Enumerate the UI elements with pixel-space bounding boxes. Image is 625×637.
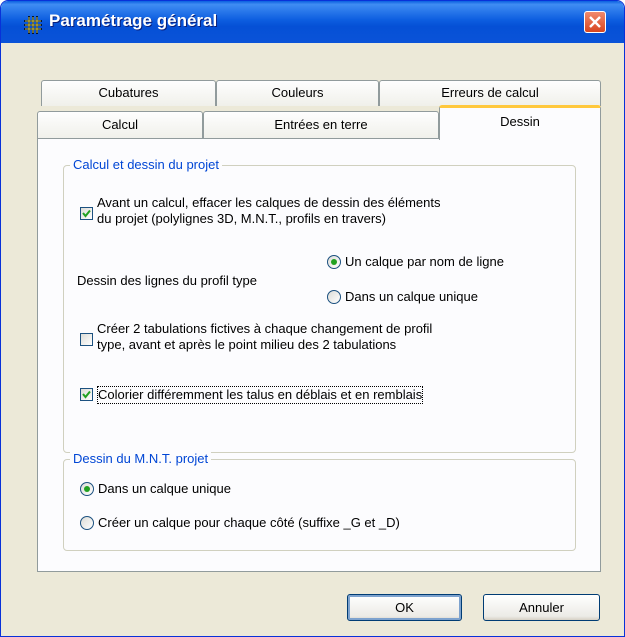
radio-mnt-chaque-cote[interactable] <box>80 516 94 530</box>
dessin-lignes-label: Dessin des lignes du profil type <box>77 273 257 288</box>
title-bar[interactable]: Paramétrage général <box>1 1 624 43</box>
group-legend: Dessin du M.N.T. projet <box>70 451 212 466</box>
tab-entrees-en-terre[interactable]: Entrées en terre <box>203 111 439 139</box>
tabulations-fictives-label-1[interactable]: Créer 2 tabulations fictives à chaque ch… <box>97 321 432 337</box>
tabulations-fictives-checkbox[interactable] <box>80 333 93 346</box>
grid-icon <box>23 15 43 35</box>
effacer-calques-label-2[interactable]: du projet (polylignes 3D, M.N.T., profil… <box>97 211 386 227</box>
tab-couleurs[interactable]: Couleurs <box>216 80 379 106</box>
radio-mnt-calque-unique[interactable] <box>80 482 94 496</box>
radio-mnt-chaque-cote-label[interactable]: Créer un calque pour chaque côté (suffix… <box>98 515 400 531</box>
group-legend: Calcul et dessin du projet <box>70 157 222 172</box>
effacer-calques-checkbox[interactable] <box>80 207 93 220</box>
tab-panel-dessin: Calcul et dessin du projet Avant un calc… <box>37 138 601 572</box>
tab-dessin[interactable]: Dessin <box>439 105 601 140</box>
radio-calque-par-nom[interactable] <box>327 255 341 269</box>
dialog-window: Paramétrage général Cubatures Couleurs E… <box>0 0 625 637</box>
colorier-talus-checkbox[interactable] <box>80 388 93 401</box>
window-title: Paramétrage général <box>49 11 218 30</box>
tab-calcul[interactable]: Calcul <box>37 111 203 139</box>
ok-button[interactable]: OK <box>347 594 462 621</box>
radio-calque-unique[interactable] <box>327 290 341 304</box>
tabulations-fictives-label-2[interactable]: type, avant et après le point milieu des… <box>97 337 396 353</box>
close-button[interactable] <box>584 11 606 33</box>
radio-calque-par-nom-label[interactable]: Un calque par nom de ligne <box>345 254 504 270</box>
radio-calque-unique-label[interactable]: Dans un calque unique <box>345 289 478 305</box>
tab-erreurs-de-calcul[interactable]: Erreurs de calcul <box>379 80 601 106</box>
cancel-button[interactable]: Annuler <box>483 594 600 621</box>
group-dessin-mnt: Dessin du M.N.T. projet <box>63 451 576 551</box>
colorier-talus-label[interactable]: Colorier différemment les talus en débla… <box>96 386 424 404</box>
tab-cubatures[interactable]: Cubatures <box>41 80 216 106</box>
effacer-calques-label-1[interactable]: Avant un calcul, effacer les calques de … <box>97 195 441 211</box>
radio-mnt-calque-unique-label[interactable]: Dans un calque unique <box>98 481 231 497</box>
